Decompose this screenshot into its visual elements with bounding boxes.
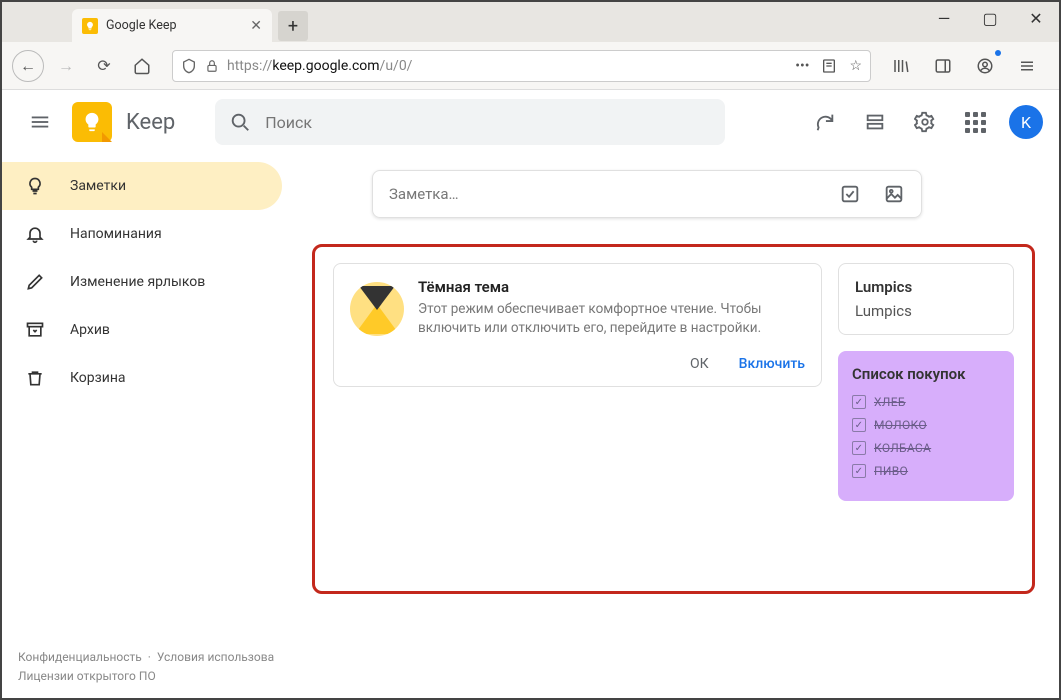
settings-button[interactable] [903, 100, 947, 144]
shield-icon[interactable] [181, 58, 197, 74]
sidebar-item-label: Корзина [70, 370, 126, 386]
checkbox-icon[interactable]: ✓ [852, 464, 866, 478]
sidebar-item-label: Напоминания [70, 226, 162, 242]
note-card-lumpics[interactable]: Lumpics Lumpics [838, 263, 1014, 335]
refresh-button[interactable] [803, 100, 847, 144]
note-title: Список покупок [852, 365, 1000, 383]
url-input[interactable]: https://keep.google.com/u/0/ ••• ☆ [172, 50, 871, 82]
keep-logo [72, 102, 112, 142]
search-box[interactable] [215, 99, 725, 145]
bell-icon [24, 224, 46, 244]
browser-titlebar: Google Keep ✕ + — ▢ ✕ [2, 2, 1059, 42]
sidebar-item-trash[interactable]: Корзина [2, 354, 282, 402]
google-apps-button[interactable] [953, 100, 997, 144]
sidebar-toggle-icon[interactable] [927, 50, 959, 82]
footer-links: Конфиденциальность · Условия использова … [18, 648, 274, 686]
promo-ok-button[interactable]: ОК [690, 356, 709, 372]
sidebar: Заметки Напоминания Изменение ярлыков Ар… [2, 154, 282, 698]
sidebar-item-label: Изменение ярлыков [70, 274, 205, 290]
notes-container: Тёмная тема Этот режим обеспечивает комф… [312, 244, 1035, 594]
checkbox-icon[interactable]: ✓ [852, 418, 866, 432]
note-body: Lumpics [855, 302, 997, 320]
lock-icon[interactable] [205, 59, 219, 73]
tab-favicon [82, 18, 98, 34]
promo-title: Тёмная тема [418, 278, 805, 296]
note-title: Lumpics [855, 278, 997, 296]
sidebar-item-edit-labels[interactable]: Изменение ярлыков [2, 258, 282, 306]
search-icon [229, 111, 251, 133]
browser-menu-icon[interactable] [1011, 50, 1043, 82]
nav-forward-button: → [50, 50, 82, 82]
account-avatar[interactable]: K [1009, 105, 1043, 139]
page-actions-icon[interactable]: ••• [795, 58, 809, 74]
new-image-icon[interactable] [883, 183, 905, 205]
new-note-input[interactable]: Заметка… [372, 170, 922, 218]
license-link[interactable]: Лицензии открытого ПО [18, 669, 156, 683]
pencil-icon [24, 272, 46, 292]
promo-enable-button[interactable]: Включить [739, 356, 805, 372]
dark-theme-promo-card: Тёмная тема Этот режим обеспечивает комф… [333, 263, 822, 387]
bookmark-star-icon[interactable]: ☆ [849, 58, 862, 74]
promo-description: Этот режим обеспечивает комфортное чтени… [418, 300, 805, 338]
sidebar-item-label: Архив [70, 322, 110, 338]
new-note-placeholder: Заметка… [389, 185, 459, 203]
sidebar-item-archive[interactable]: Архив [2, 306, 282, 354]
main-content: Заметка… Тёмная тема Этот режим обеспечи… [282, 154, 1059, 698]
sidebar-item-label: Заметки [70, 178, 126, 194]
checklist-item[interactable]: ✓КОЛБАСА [852, 441, 1000, 455]
sidebar-item-reminders[interactable]: Напоминания [2, 210, 282, 258]
main-menu-button[interactable] [18, 100, 62, 144]
tab-close-icon[interactable]: ✕ [250, 18, 262, 34]
checklist-item[interactable]: ✓МОЛОКО [852, 418, 1000, 432]
bulb-icon [24, 176, 46, 196]
window-minimize-icon[interactable]: — [921, 2, 967, 34]
window-maximize-icon[interactable]: ▢ [967, 2, 1013, 34]
checkbox-icon[interactable]: ✓ [852, 395, 866, 409]
trash-icon [24, 368, 46, 388]
view-toggle-button[interactable] [853, 100, 897, 144]
tab-title: Google Keep [106, 18, 177, 33]
browser-tab[interactable]: Google Keep ✕ [72, 9, 272, 42]
new-checklist-icon[interactable] [839, 183, 861, 205]
terms-link[interactable]: Условия использова [157, 650, 274, 664]
new-tab-button[interactable]: + [278, 11, 308, 41]
search-input[interactable] [265, 113, 711, 132]
reader-icon[interactable] [821, 58, 837, 74]
url-text: https://keep.google.com/u/0/ [227, 58, 412, 74]
library-icon[interactable] [885, 50, 917, 82]
checklist-item[interactable]: ✓ХЛЕБ [852, 395, 1000, 409]
sidebar-item-notes[interactable]: Заметки [2, 162, 282, 210]
archive-icon [24, 320, 46, 340]
lamp-icon [350, 282, 404, 336]
browser-address-bar: ← → ⟳ https://keep.google.com/u/0/ ••• ☆ [2, 42, 1059, 90]
nav-back-button[interactable]: ← [12, 50, 44, 82]
profile-icon[interactable] [969, 50, 1001, 82]
app-header: Keep K [2, 90, 1059, 154]
window-close-icon[interactable]: ✕ [1013, 2, 1059, 34]
privacy-link[interactable]: Конфиденциальность [18, 650, 142, 664]
nav-reload-button[interactable]: ⟳ [88, 50, 120, 82]
checkbox-icon[interactable]: ✓ [852, 441, 866, 455]
nav-home-button[interactable] [126, 50, 158, 82]
app-title: Keep [126, 110, 175, 135]
note-card-shopping[interactable]: Список покупок ✓ХЛЕБ ✓МОЛОКО ✓КОЛБАСА ✓П… [838, 351, 1014, 501]
checklist-item[interactable]: ✓ПИВО [852, 464, 1000, 478]
